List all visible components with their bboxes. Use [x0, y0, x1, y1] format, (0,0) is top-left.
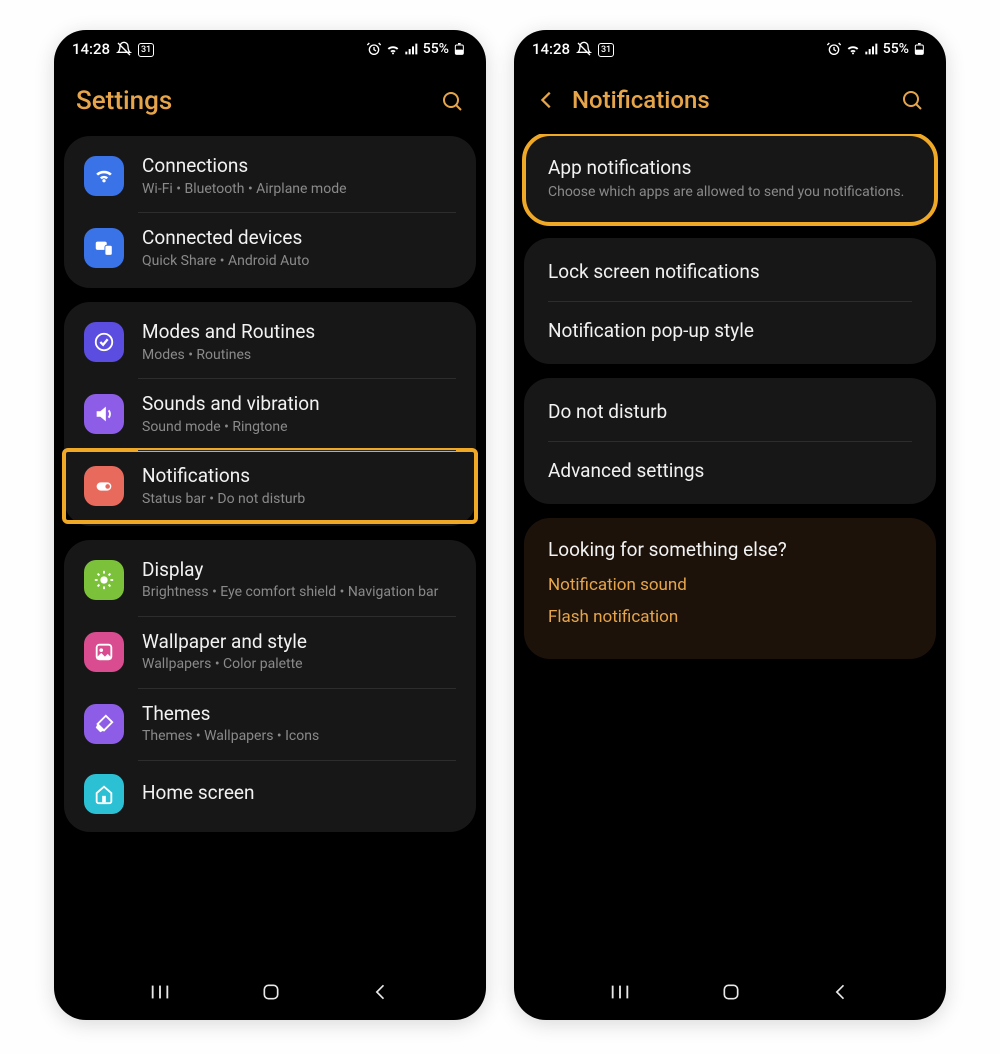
settings-row-display[interactable]: Display Brightness • Eye comfort shield …	[64, 544, 476, 616]
wifi-icon	[385, 41, 401, 57]
row-subtitle: Brightness • Eye comfort shield • Naviga…	[142, 583, 438, 601]
settings-header: Settings	[54, 62, 486, 136]
clock: 14:28	[72, 40, 110, 58]
settings-group: Display Brightness • Eye comfort shield …	[64, 540, 476, 832]
row-subtitle: Sound mode • Ringtone	[142, 418, 320, 436]
row-subtitle: Themes • Wallpapers • Icons	[142, 727, 319, 745]
battery-text: 55%	[423, 41, 449, 57]
alarm-icon	[826, 41, 842, 57]
sun-icon	[84, 560, 124, 600]
notif-row-do-not-disturb[interactable]: Do not disturb	[524, 382, 936, 441]
suggested-link[interactable]: Flash notification	[548, 607, 912, 627]
back-button[interactable]	[831, 982, 851, 1002]
notif-group: App notifications Choose which apps are …	[524, 134, 936, 224]
notif-row-notification-pop-up-style[interactable]: Notification pop-up style	[524, 301, 936, 360]
settings-row-notifications[interactable]: Notifications Status bar • Do not distur…	[64, 450, 476, 522]
search-icon[interactable]	[440, 89, 464, 113]
row-label: Lock screen notifications	[548, 260, 912, 283]
home-button[interactable]	[721, 982, 741, 1002]
settings-screen: 14:28 31 55% Settings Connections Wi-Fi …	[54, 30, 486, 1020]
settings-row-connections[interactable]: Connections Wi-Fi • Bluetooth • Airplane…	[64, 140, 476, 212]
settings-group: Modes and Routines Modes • Routines Soun…	[64, 302, 476, 526]
search-icon[interactable]	[900, 88, 924, 112]
wifi-icon	[84, 156, 124, 196]
home-button[interactable]	[261, 982, 281, 1002]
row-subtitle: Status bar • Do not disturb	[142, 490, 305, 508]
settings-group: Connections Wi-Fi • Bluetooth • Airplane…	[64, 136, 476, 288]
settings-row-home-screen[interactable]: Home screen	[64, 760, 476, 828]
row-subtitle: Wi-Fi • Bluetooth • Airplane mode	[142, 180, 347, 198]
row-label: Modes and Routines	[142, 320, 315, 344]
suggested-link[interactable]: Notification sound	[548, 575, 912, 595]
row-label: Connections	[142, 154, 347, 178]
row-label: Connected devices	[142, 226, 309, 250]
settings-row-modes-and-routines[interactable]: Modes and Routines Modes • Routines	[64, 306, 476, 378]
row-label: App notifications	[548, 156, 912, 179]
row-label: Wallpaper and style	[142, 630, 307, 654]
notif-row-app-notifications[interactable]: App notifications Choose which apps are …	[524, 138, 936, 220]
settings-row-themes[interactable]: Themes Themes • Wallpapers • Icons	[64, 688, 476, 760]
row-subtitle: Wallpapers • Color palette	[142, 655, 307, 673]
row-subtitle: Quick Share • Android Auto	[142, 252, 309, 270]
calendar-icon: 31	[138, 43, 154, 57]
dnd-off-icon	[116, 41, 132, 57]
notifications-list[interactable]: App notifications Choose which apps are …	[514, 134, 946, 972]
row-label: Notifications	[142, 464, 305, 488]
row-label: Display	[142, 558, 438, 582]
settings-row-wallpaper-and-style[interactable]: Wallpaper and style Wallpapers • Color p…	[64, 616, 476, 688]
row-label: Advanced settings	[548, 459, 912, 482]
dnd-off-icon	[576, 41, 592, 57]
bell-icon	[84, 466, 124, 506]
status-bar: 14:28 31 55%	[514, 30, 946, 62]
alarm-icon	[366, 41, 382, 57]
row-label: Notification pop-up style	[548, 319, 912, 342]
settings-row-sounds-and-vibration[interactable]: Sounds and vibration Sound mode • Ringto…	[64, 378, 476, 450]
notif-row-lock-screen-notifications[interactable]: Lock screen notifications	[524, 242, 936, 301]
recents-button[interactable]	[609, 981, 631, 1003]
nav-bar	[54, 972, 486, 1020]
brush-icon	[84, 704, 124, 744]
looking-for-card: Looking for something else? Notification …	[524, 518, 936, 659]
row-subtitle: Modes • Routines	[142, 346, 315, 364]
clock: 14:28	[532, 40, 570, 58]
devices-icon	[84, 228, 124, 268]
home-icon	[84, 774, 124, 814]
status-bar: 14:28 31 55%	[54, 30, 486, 62]
calendar-icon: 31	[598, 43, 614, 57]
recents-button[interactable]	[149, 981, 171, 1003]
row-label: Themes	[142, 702, 319, 726]
back-button[interactable]	[371, 982, 391, 1002]
signal-icon	[864, 41, 880, 57]
settings-row-connected-devices[interactable]: Connected devices Quick Share • Android …	[64, 212, 476, 284]
check-icon	[84, 322, 124, 362]
notifications-screen: 14:28 31 55% Notifications App notificat…	[514, 30, 946, 1020]
notif-group: Lock screen notifications Notification p…	[524, 238, 936, 364]
page-title: Settings	[76, 86, 426, 116]
row-label: Sounds and vibration	[142, 392, 320, 416]
image-icon	[84, 632, 124, 672]
row-label: Home screen	[142, 781, 255, 805]
notif-row-advanced-settings[interactable]: Advanced settings	[524, 441, 936, 500]
battery-icon	[912, 41, 928, 57]
battery-text: 55%	[883, 41, 909, 57]
notif-group: Do not disturb Advanced settings	[524, 378, 936, 504]
back-icon[interactable]	[536, 89, 558, 111]
signal-icon	[404, 41, 420, 57]
battery-icon	[452, 41, 468, 57]
nav-bar	[514, 972, 946, 1020]
row-subtitle: Choose which apps are allowed to send yo…	[548, 183, 912, 202]
page-title: Notifications	[572, 86, 886, 114]
notifications-header: Notifications	[514, 62, 946, 134]
sound-icon	[84, 394, 124, 434]
settings-list[interactable]: Connections Wi-Fi • Bluetooth • Airplane…	[54, 136, 486, 972]
row-label: Do not disturb	[548, 400, 912, 423]
wifi-icon	[845, 41, 861, 57]
looking-for-heading: Looking for something else?	[548, 538, 912, 561]
